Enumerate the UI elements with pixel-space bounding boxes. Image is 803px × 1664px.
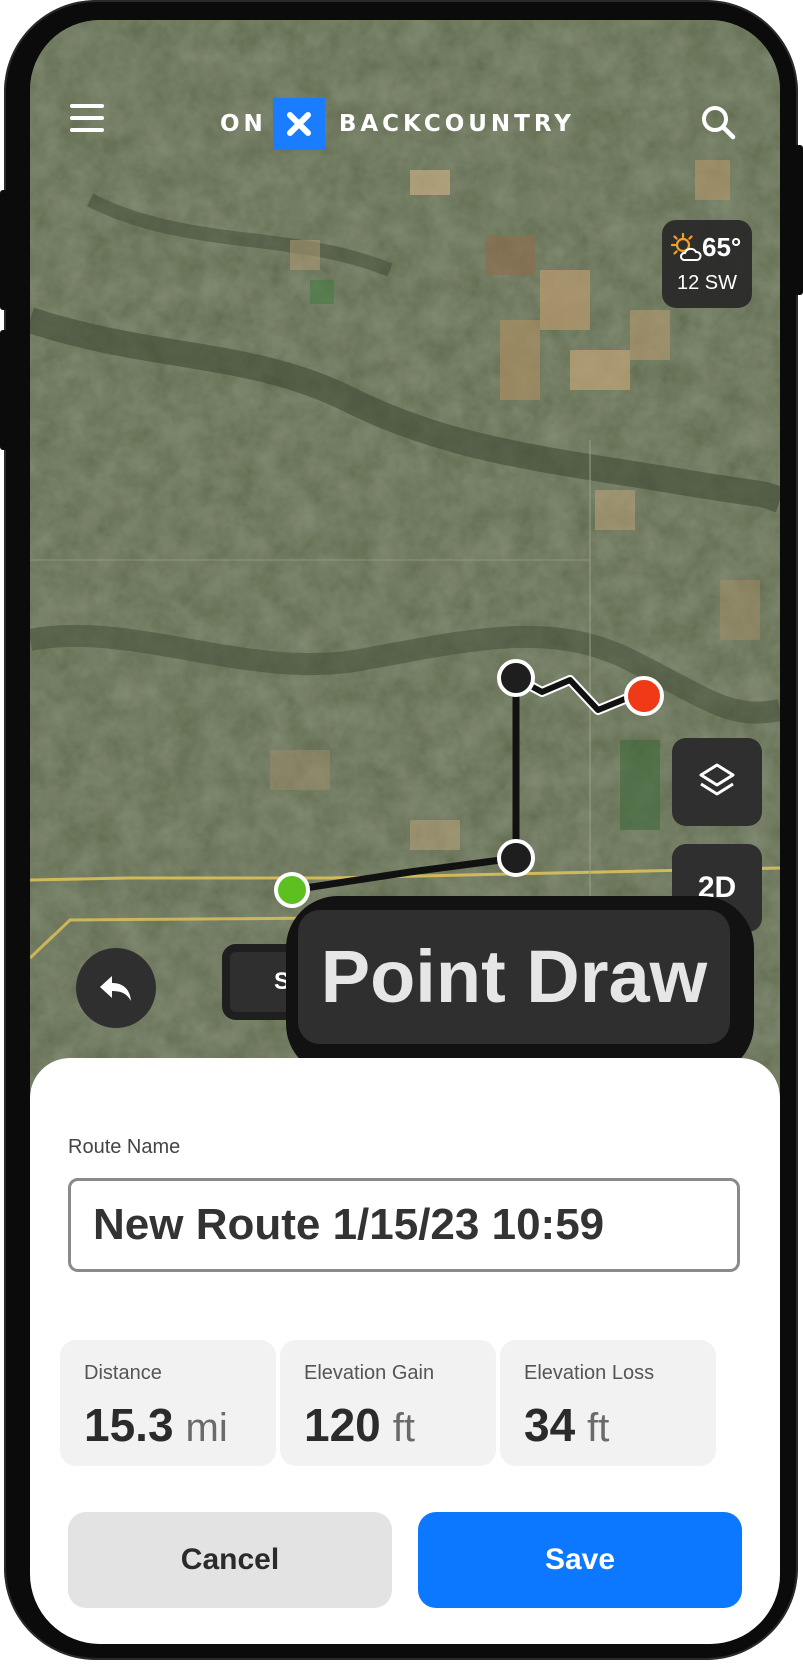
stat-value: 34 ft xyxy=(524,1398,609,1452)
phone-power-button xyxy=(794,145,803,295)
search-icon[interactable] xyxy=(700,104,736,140)
logo-text-on: ON xyxy=(220,111,267,137)
undo-button[interactable] xyxy=(76,948,156,1028)
stat-unit: ft xyxy=(587,1406,610,1450)
top-bar: ON BACKCOUNTRY xyxy=(30,90,780,156)
stat-unit: ft xyxy=(392,1406,415,1450)
phone-side-button xyxy=(0,330,8,450)
elevation-loss-stat: Elevation Loss 34 ft xyxy=(500,1340,716,1466)
route-waypoint[interactable] xyxy=(497,839,535,877)
partly-sunny-icon xyxy=(670,232,702,261)
save-button[interactable]: Save xyxy=(418,1512,742,1608)
stat-label: Elevation Loss xyxy=(524,1362,655,1384)
stat-value: 120 ft xyxy=(304,1398,415,1452)
close-x-icon xyxy=(286,112,311,136)
weather-widget[interactable]: 65° 12 SW xyxy=(662,220,752,308)
logo-x-mark xyxy=(272,98,325,150)
route-name-input[interactable] xyxy=(68,1178,740,1272)
onx-logo: ON BACKCOUNTRY xyxy=(220,98,575,150)
route-bottom-sheet: Route Name Distance 15.3mi Elevation Gai… xyxy=(30,1058,780,1644)
stat-number: 15.3 xyxy=(84,1399,174,1451)
stat-unit: mi xyxy=(185,1406,228,1450)
draw-mode-button[interactable]: Point Draw xyxy=(298,910,730,1044)
stat-value: 15.3 mi xyxy=(84,1398,228,1452)
hamburger-menu-icon[interactable] xyxy=(70,104,106,134)
weather-temperature: 65° xyxy=(702,232,742,262)
route-waypoint[interactable] xyxy=(497,659,535,697)
app-screen: ON BACKCOUNTRY 65° 12 SW 2D S Point Draw… xyxy=(30,20,780,1644)
cancel-button[interactable]: Cancel xyxy=(68,1512,392,1608)
route-end-marker[interactable] xyxy=(624,676,664,716)
layers-button[interactable] xyxy=(672,738,762,826)
weather-wind: 12 SW xyxy=(676,272,738,294)
distance-stat: Distance 15.3 mi xyxy=(60,1340,276,1466)
stat-label: Distance xyxy=(84,1362,162,1384)
route-name-label: Route Name xyxy=(68,1136,181,1158)
stat-number: 34 xyxy=(524,1399,576,1451)
route-start-marker[interactable] xyxy=(274,872,310,908)
elevation-gain-stat: Elevation Gain 120 ft xyxy=(280,1340,496,1466)
undo-icon xyxy=(100,976,131,1001)
phone-side-button xyxy=(0,190,8,310)
layers-icon xyxy=(699,763,735,796)
stat-label: Elevation Gain xyxy=(304,1362,435,1384)
logo-text-backcountry: BACKCOUNTRY xyxy=(338,111,575,137)
stat-number: 120 xyxy=(304,1399,381,1451)
phone-frame: ON BACKCOUNTRY 65° 12 SW 2D S Point Draw… xyxy=(4,0,798,1660)
